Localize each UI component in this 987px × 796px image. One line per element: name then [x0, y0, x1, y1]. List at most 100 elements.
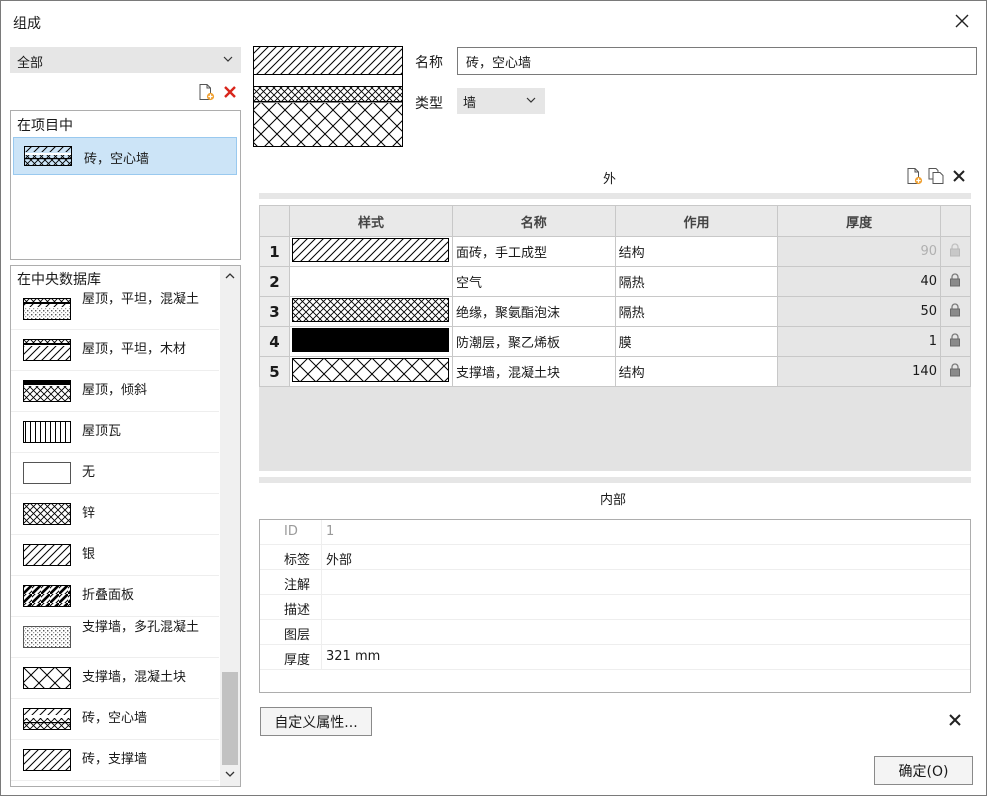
name-label: 名称 — [415, 55, 443, 71]
layer-pattern-cell[interactable] — [288, 266, 453, 297]
inner-section-title: 内部 — [600, 493, 627, 508]
layer-lock-cell[interactable] — [939, 326, 972, 357]
close-icon[interactable] — [952, 11, 972, 31]
layer-name-cell[interactable]: 空气 — [451, 266, 616, 297]
layer-thickness-cell[interactable]: 1 — [777, 326, 941, 357]
library-item[interactable]: 支撑墙，多孔混凝土 — [11, 617, 219, 658]
property-value[interactable]: 外部 — [326, 549, 352, 568]
custom-properties-button[interactable]: 自定义属性... — [260, 707, 372, 736]
layer-lock-cell[interactable] — [939, 296, 972, 327]
layer-lock-cell[interactable] — [939, 236, 972, 267]
library-item[interactable]: 屋顶瓦 — [11, 412, 219, 453]
library-item-label: 银 — [82, 547, 96, 562]
layer-name-cell[interactable]: 绝缘，聚氨酯泡沫 — [451, 296, 616, 327]
layer-name-cell[interactable]: 支撑墙，混凝土块 — [451, 356, 616, 387]
property-row: ID 1 — [260, 520, 970, 545]
library-item-label: 砖，支撑墙 — [82, 752, 148, 767]
library-item[interactable]: 银 — [11, 535, 219, 576]
title-bar: 组成 — [1, 1, 986, 45]
library-item[interactable]: 砖，空心墙 — [11, 699, 219, 740]
layer-name-cell[interactable]: 面砖，手工成型 — [451, 236, 616, 267]
library-item-label: 折叠面板 — [82, 588, 135, 603]
layer-pattern-cell[interactable] — [288, 326, 453, 357]
central-library-list: 在中央数据库 屋顶，平坦，混凝土 屋顶，平坦，木材 屋顶，倾斜 屋顶瓦 无 锌 … — [10, 265, 241, 787]
column-header-style[interactable]: 样式 — [288, 205, 453, 237]
column-header-thickness[interactable]: 厚度 — [777, 205, 941, 237]
add-layer-icon[interactable] — [905, 167, 923, 185]
delete-composite-icon[interactable] — [221, 83, 239, 101]
table-row[interactable]: 1 面砖，手工成型 结构 90 — [259, 236, 972, 267]
layers-header-row: 样式 名称 作用 厚度 — [259, 205, 972, 237]
layer-thickness-cell[interactable]: 140 — [777, 356, 941, 387]
table-row[interactable]: 4 防潮层，聚乙烯板 膜 1 — [259, 326, 972, 357]
layer-role-cell[interactable]: 隔热 — [614, 296, 779, 327]
layer-thickness-cell[interactable]: 50 — [777, 296, 941, 327]
scrollbar-thumb[interactable] — [222, 672, 238, 765]
library-item[interactable]: 锌 — [11, 494, 219, 535]
layer-role-cell[interactable]: 结构 — [614, 356, 779, 387]
type-label: 类型 — [415, 96, 443, 112]
duplicate-layer-icon[interactable] — [927, 167, 945, 185]
project-list-item[interactable]: 砖，空心墙 — [13, 137, 237, 175]
library-item[interactable]: 支撑墙，混凝土块 — [11, 658, 219, 699]
vertical-lines-swatch-icon — [23, 421, 71, 443]
table-row[interactable]: 3 绝缘，聚氨酯泡沫 隔热 50 — [259, 296, 972, 327]
composite-type-value: 墙 — [463, 96, 477, 111]
row-number: 1 — [259, 236, 290, 267]
composite-name-input[interactable] — [457, 47, 977, 75]
layer-pattern-cell[interactable] — [288, 236, 453, 267]
corner-header — [259, 205, 290, 237]
property-key: 厚度 — [260, 645, 322, 669]
library-item-label: 支撑墙，混凝土块 — [82, 670, 187, 685]
library-item[interactable]: 屋顶，平坦，木材 — [11, 330, 219, 371]
column-header-name[interactable]: 名称 — [451, 205, 616, 237]
property-row[interactable]: 注解 — [260, 570, 970, 595]
property-key: 标签 — [260, 545, 322, 569]
library-item[interactable]: 屋顶，平坦，混凝土 — [11, 289, 219, 330]
category-filter-select[interactable]: 全部 — [10, 47, 241, 73]
inner-separator — [259, 477, 971, 483]
layer-lock-cell[interactable] — [939, 266, 972, 297]
property-row[interactable]: 描述 — [260, 595, 970, 620]
ok-button[interactable]: 确定(O) — [874, 756, 973, 785]
layer-role-cell[interactable]: 隔热 — [614, 266, 779, 297]
layer-name-cell[interactable]: 防潮层，聚乙烯板 — [451, 326, 616, 357]
crosshatch-large-swatch-icon — [291, 357, 449, 382]
dotted-grid-swatch-icon — [23, 626, 71, 648]
chevron-down-icon — [526, 97, 536, 103]
column-header-role[interactable]: 作用 — [614, 205, 779, 237]
table-row[interactable]: 5 支撑墙，混凝土块 结构 140 — [259, 356, 972, 387]
property-row[interactable]: 图层 — [260, 620, 970, 645]
property-value[interactable]: 321 mm — [326, 649, 380, 664]
layer-role-cell[interactable]: 结构 — [614, 236, 779, 267]
delete-layer-icon[interactable] — [950, 167, 968, 185]
layer-lock-cell[interactable] — [939, 356, 972, 387]
table-row[interactable]: 2 空气 隔热 40 — [259, 266, 972, 297]
library-item[interactable]: 砖，支撑墙 — [11, 740, 219, 781]
chevron-down-icon[interactable] — [224, 768, 236, 780]
property-row[interactable]: 标签 外部 — [260, 545, 970, 570]
layer-thickness-cell[interactable]: 40 — [777, 266, 941, 297]
layer-role-cell[interactable]: 膜 — [614, 326, 779, 357]
crosshatch-swatch-icon — [23, 503, 71, 525]
row-number: 4 — [259, 326, 290, 357]
crosshatch-swatch-icon — [291, 297, 449, 322]
layer-thickness-cell[interactable]: 90 — [777, 236, 941, 267]
diagonal-swatch-icon — [23, 544, 71, 566]
new-composite-icon[interactable] — [197, 83, 215, 101]
layer-pattern-cell[interactable] — [288, 356, 453, 387]
library-item[interactable]: 屋顶，倾斜 — [11, 371, 219, 412]
library-item-label: 无 — [82, 465, 96, 480]
diagonal-swatch-icon — [291, 237, 449, 262]
roof-sloped-swatch-icon — [23, 380, 71, 402]
layer-pattern-cell[interactable] — [288, 296, 453, 327]
delete-property-icon[interactable] — [946, 711, 964, 729]
library-item[interactable]: 折叠面板 — [11, 576, 219, 617]
library-scrollbar[interactable] — [220, 266, 240, 786]
library-item-label: 砖，空心墙 — [82, 711, 148, 726]
chevron-up-icon[interactable] — [224, 270, 236, 282]
property-row[interactable]: 厚度 321 mm — [260, 645, 970, 670]
composite-type-select[interactable]: 墙 — [457, 88, 545, 114]
library-item-label: 支撑墙，多孔混凝土 — [82, 620, 200, 635]
library-item[interactable]: 无 — [11, 453, 219, 494]
